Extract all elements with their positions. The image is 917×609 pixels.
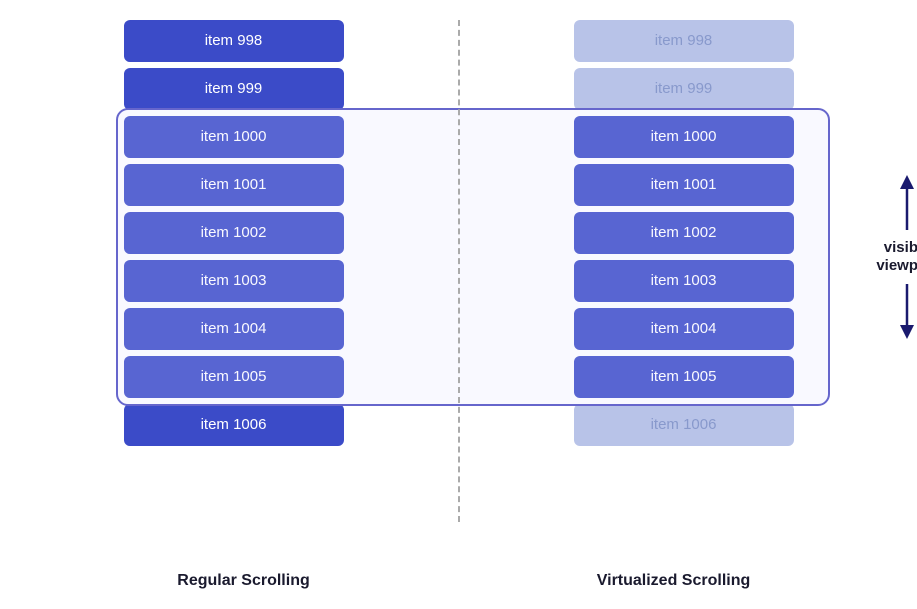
right-label: Virtualized Scrolling xyxy=(459,572,889,590)
arrow-up-icon xyxy=(892,175,917,235)
viewport-label: visibleviewport xyxy=(876,175,917,339)
left-label: Regular Scrolling xyxy=(29,572,459,590)
viewport-box: visibleviewport xyxy=(116,108,831,406)
left-item-1006: item 1006 xyxy=(124,404,344,446)
viewport-label-text: visibleviewport xyxy=(876,239,917,275)
arrow-down-icon xyxy=(892,279,917,339)
right-item-998: item 998 xyxy=(574,20,794,62)
left-item-998: item 998 xyxy=(124,20,344,62)
right-item-1006: item 1006 xyxy=(574,404,794,446)
divider xyxy=(458,20,460,522)
labels-row: Regular Scrolling Virtualized Scrolling xyxy=(29,572,889,590)
right-item-999: item 999 xyxy=(574,68,794,110)
columns-wrapper: item 998item 999item 1000item 1001item 1… xyxy=(29,20,889,562)
diagram: item 998item 999item 1000item 1001item 1… xyxy=(29,20,889,590)
left-item-999: item 999 xyxy=(124,68,344,110)
